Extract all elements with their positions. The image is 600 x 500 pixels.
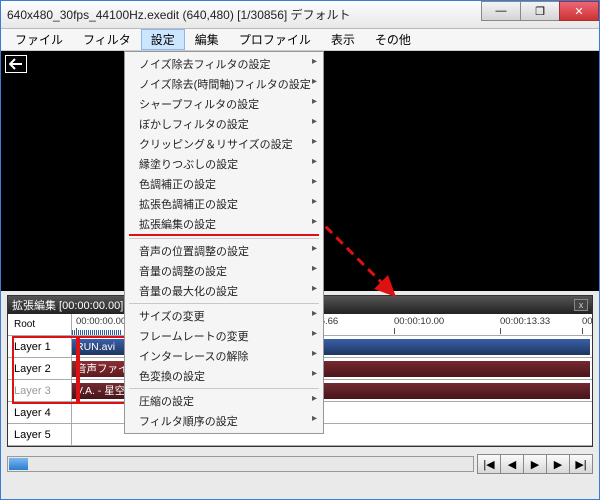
dropdown-item[interactable]: 拡張色調補正の設定 <box>125 194 323 214</box>
main-window: 640x480_30fps_44100Hz.exedit (640,480) [… <box>0 0 600 500</box>
tick: 00:00:00.00 <box>76 316 126 327</box>
dropdown-item[interactable]: 音量の最大化の設定 <box>125 281 323 301</box>
menubar: ファイル フィルタ 設定 編集 プロファイル 表示 その他 <box>1 29 599 51</box>
layer-label[interactable]: Layer 5 <box>8 424 72 445</box>
layer-label[interactable]: Layer 1 <box>8 336 72 357</box>
dropdown-item-extended-edit[interactable]: 拡張編集の設定 <box>125 214 323 234</box>
tick: 00:00:16 <box>582 316 592 327</box>
dropdown-item[interactable]: 色変換の設定 <box>125 366 323 386</box>
back-arrow-icon <box>9 58 23 70</box>
maximize-button[interactable]: ❐ <box>520 1 560 21</box>
dropdown-item[interactable]: 圧縮の設定 <box>125 391 323 411</box>
menu-profile[interactable]: プロファイル <box>229 29 321 50</box>
root-label: Root <box>8 314 72 335</box>
window-controls: — ❐ ✕ <box>482 1 599 28</box>
dropdown-item[interactable]: インターレースの解除 <box>125 346 323 366</box>
window-title: 640x480_30fps_44100Hz.exedit (640,480) [… <box>7 6 482 23</box>
root-label-text: Root <box>14 319 35 330</box>
transport-bar: |◀ ◀ ▶ ▶ ▶| <box>7 451 593 477</box>
seek-progress <box>9 458 28 470</box>
seek-bar[interactable] <box>7 456 474 472</box>
dropdown-item[interactable]: クリッピング＆リサイズの設定 <box>125 134 323 154</box>
menu-view[interactable]: 表示 <box>321 29 365 50</box>
annotation-underline <box>129 234 319 236</box>
dropdown-item[interactable]: シャープフィルタの設定 <box>125 94 323 114</box>
dropdown-separator <box>129 238 319 239</box>
dropdown-item[interactable]: サイズの変更 <box>125 306 323 326</box>
dropdown-item[interactable]: ぼかしフィルタの設定 <box>125 114 323 134</box>
layer-label[interactable]: Layer 4 <box>8 402 72 423</box>
transport-controls: |◀ ◀ ▶ ▶ ▶| <box>478 454 593 474</box>
next-frame-button[interactable]: ▶ <box>546 454 570 474</box>
menu-file[interactable]: ファイル <box>5 29 73 50</box>
minimize-button[interactable]: — <box>481 1 521 21</box>
dropdown-item[interactable]: 縁塗りつぶしの設定 <box>125 154 323 174</box>
preview-canvas: ノイズ除去フィルタの設定 ノイズ除去(時間軸)フィルタの設定 シャープフィルタの… <box>1 51 599 291</box>
timeline-close-button[interactable]: x <box>574 299 588 311</box>
titlebar: 640x480_30fps_44100Hz.exedit (640,480) [… <box>1 1 599 29</box>
dropdown-item[interactable]: 音量の調整の設定 <box>125 261 323 281</box>
dropdown-item[interactable]: ノイズ除去(時間軸)フィルタの設定 <box>125 74 323 94</box>
prev-frame-button[interactable]: ◀ <box>500 454 524 474</box>
layer-label[interactable]: Layer 3 <box>8 380 72 401</box>
dropdown-item[interactable]: 色調補正の設定 <box>125 174 323 194</box>
dropdown-item[interactable]: ノイズ除去フィルタの設定 <box>125 54 323 74</box>
skip-end-button[interactable]: ▶| <box>569 454 593 474</box>
menu-other[interactable]: その他 <box>365 29 421 50</box>
menu-settings[interactable]: 設定 <box>141 29 185 50</box>
close-button[interactable]: ✕ <box>559 1 599 21</box>
tick: 00:00:10.00 <box>394 316 444 327</box>
dropdown-item[interactable]: フレームレートの変更 <box>125 326 323 346</box>
dropdown-separator <box>129 388 319 389</box>
tick: 00:00:13.33 <box>500 316 550 327</box>
back-button[interactable] <box>5 55 27 73</box>
skip-start-button[interactable]: |◀ <box>477 454 501 474</box>
menu-edit[interactable]: 編集 <box>185 29 229 50</box>
layer-label[interactable]: Layer 2 <box>8 358 72 379</box>
play-button[interactable]: ▶ <box>523 454 547 474</box>
settings-dropdown: ノイズ除去フィルタの設定 ノイズ除去(時間軸)フィルタの設定 シャープフィルタの… <box>124 51 324 434</box>
menu-filter[interactable]: フィルタ <box>73 29 141 50</box>
dropdown-item[interactable]: フィルタ順序の設定 <box>125 411 323 431</box>
dropdown-separator <box>129 303 319 304</box>
dropdown-item[interactable]: 音声の位置調整の設定 <box>125 241 323 261</box>
zoom-waveform-icon <box>72 330 122 335</box>
